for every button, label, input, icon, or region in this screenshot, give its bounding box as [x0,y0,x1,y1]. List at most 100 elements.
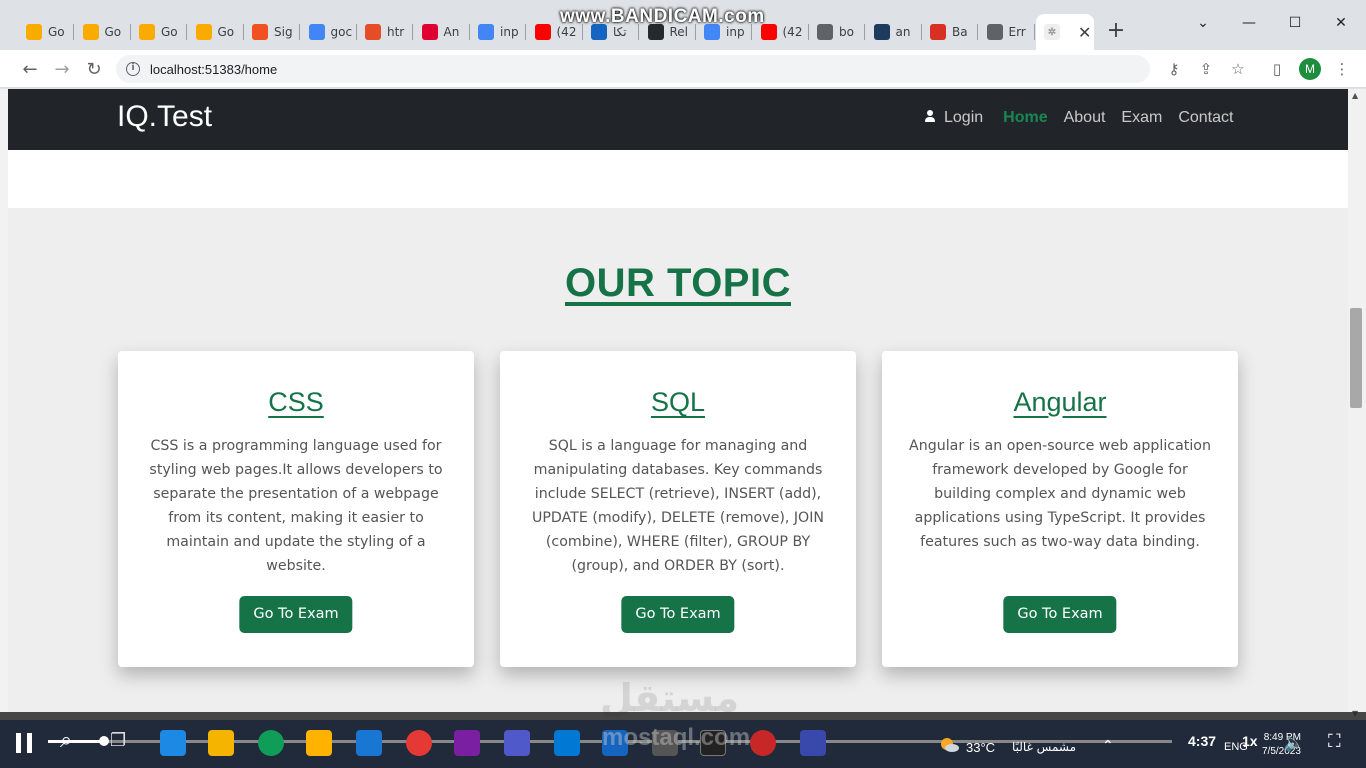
card-description: Angular is an open-source web applicatio… [909,438,1211,550]
browser-tab[interactable]: htr [357,14,413,50]
nav-login-label: Login [944,109,984,126]
nav-links: Login Home About Exam Contact [924,109,1249,127]
site-brand[interactable]: IQ.Test [117,100,212,134]
fullscreen-exit-icon[interactable]: ⛶ [1328,731,1341,752]
visual-studio-icon[interactable] [454,730,480,756]
google-icon [478,24,494,40]
tab-label: htr [387,25,405,39]
scroll-up-arrow-icon[interactable]: ▲ [1352,91,1358,100]
media-player-icon[interactable] [554,730,580,756]
back-arrow-icon[interactable]: ← [18,57,42,81]
nav-contact[interactable]: Contact [1178,109,1233,127]
vscode-icon [873,24,890,40]
volume-icon[interactable]: 🔈 [1284,733,1304,752]
browser-tab[interactable]: bo [809,14,865,50]
menu-kebab-icon[interactable]: ⋮ [1332,59,1352,79]
new-tab-button[interactable]: + [1104,20,1128,44]
close-window-button[interactable]: ✕ [1318,10,1364,36]
key-icon[interactable]: ⚷ [1164,59,1184,79]
page-body: IQ.Test Login Home About Exam Contact OU… [8,89,1348,720]
tab-active[interactable]: ✲ ✕ [1036,14,1094,50]
maximize-button[interactable]: ☐ [1272,10,1318,36]
mail-icon[interactable] [356,730,382,756]
weather-description: مشمس غالبًا [1012,740,1077,754]
side-panel-icon[interactable]: ▯ [1267,59,1287,79]
tab-label: inp [500,25,519,39]
store-icon[interactable] [306,730,332,756]
page-scrollbar[interactable]: ▲ ▼ [1348,89,1366,720]
browser-tab[interactable]: Go [75,14,131,50]
topic-card-sql: SQL SQL is a language for managing and m… [500,351,856,667]
site-info-icon[interactable]: i [126,62,140,76]
globe-icon [986,24,1003,40]
address-bar[interactable]: i localhost:51383/home [116,55,1150,83]
browser-tab[interactable]: Err [979,14,1035,50]
nav-about[interactable]: About [1064,109,1106,127]
search-icon[interactable]: ⌕ [60,728,86,754]
visual-studio-code-icon[interactable] [160,730,186,756]
minimize-button[interactable]: — [1226,10,1272,36]
section-title: OUR TOPIC [564,261,791,305]
weather-temperature[interactable]: 33°C [966,740,995,755]
browser-tab[interactable]: goc [301,14,357,50]
go-to-exam-button[interactable]: Go To Exam [1003,596,1117,633]
teams-icon[interactable] [504,730,530,756]
go-to-exam-button[interactable]: Go To Exam [239,596,353,633]
page-favicon-icon: ✲ [1044,24,1060,40]
task-view-icon[interactable]: ❐ [110,730,136,756]
mostaql-watermark-url: mostaql.com [602,724,751,751]
browser-tab[interactable]: an [866,14,922,50]
gdrive-icon [195,24,212,40]
go-to-exam-button[interactable]: Go To Exam [621,596,735,633]
topic-card-css: CSS CSS is a programming language used f… [118,351,474,667]
card-description: CSS is a programming language used for s… [149,438,443,574]
teams-alt-icon[interactable] [800,730,826,756]
browser-tab[interactable]: Sig [244,14,300,50]
bandicam-record-icon[interactable] [750,730,776,756]
share-icon[interactable]: ⇪ [1196,59,1216,79]
nav-home[interactable]: Home [1003,109,1047,127]
chrome-icon[interactable] [406,730,432,756]
tab-label: (42 [782,25,803,39]
card-title[interactable]: CSS [118,387,474,418]
browser-tab[interactable]: Go [18,14,74,50]
edge-browser-icon[interactable] [258,730,284,756]
card-title[interactable]: Angular [882,387,1238,418]
nav-exam[interactable]: Exam [1121,109,1162,127]
tab-label: Go [48,25,65,39]
browser-tab[interactable]: Go [188,14,244,50]
tab-label: Sig [274,25,293,39]
tab-search-chevron-icon[interactable]: ⌄ [1180,10,1226,36]
card-description: SQL is a language for managing and manip… [531,438,825,574]
scroll-thumb[interactable] [1350,308,1362,408]
tab-label: Ba [952,25,968,39]
angular-icon [421,24,438,40]
close-tab-icon[interactable]: ✕ [1078,23,1091,42]
forward-arrow-icon[interactable]: → [50,57,74,81]
file-explorer-icon[interactable] [208,730,234,756]
pause-icon[interactable] [16,733,34,753]
gdrive-icon [139,24,155,40]
hero-bottom-band [8,150,1348,208]
topic-card-angular: Angular Angular is an open-source web ap… [882,351,1238,667]
video-time-label: 4:37 [1188,733,1217,749]
url-text: localhost:51383/home [150,61,278,77]
card-title[interactable]: SQL [500,387,856,418]
record-icon [930,24,946,40]
browser-tab[interactable]: Ba [922,14,978,50]
globe-icon [817,24,833,40]
browser-toolbar: ← → ↻ i localhost:51383/home ⚷ ⇪ ☆ ▯ ⋮ [0,50,1366,88]
bookmark-star-icon[interactable]: ☆ [1228,59,1248,79]
browser-tab[interactable]: An [414,14,470,50]
tab-label: Go [217,25,235,39]
playback-speed[interactable]: 1x [1242,733,1258,749]
tray-chevron-up-icon[interactable]: ⌃ [1102,738,1114,754]
page-viewport: IQ.Test Login Home About Exam Contact OU… [0,89,1366,720]
reload-icon[interactable]: ↻ [82,57,106,81]
browser-tab[interactable]: inp [470,14,526,50]
browser-tab[interactable]: Go [131,14,187,50]
tab-separator [1033,24,1035,40]
nav-login[interactable]: Login [924,109,983,127]
microsoft-icon [252,24,268,40]
profile-avatar[interactable]: M [1299,58,1321,80]
